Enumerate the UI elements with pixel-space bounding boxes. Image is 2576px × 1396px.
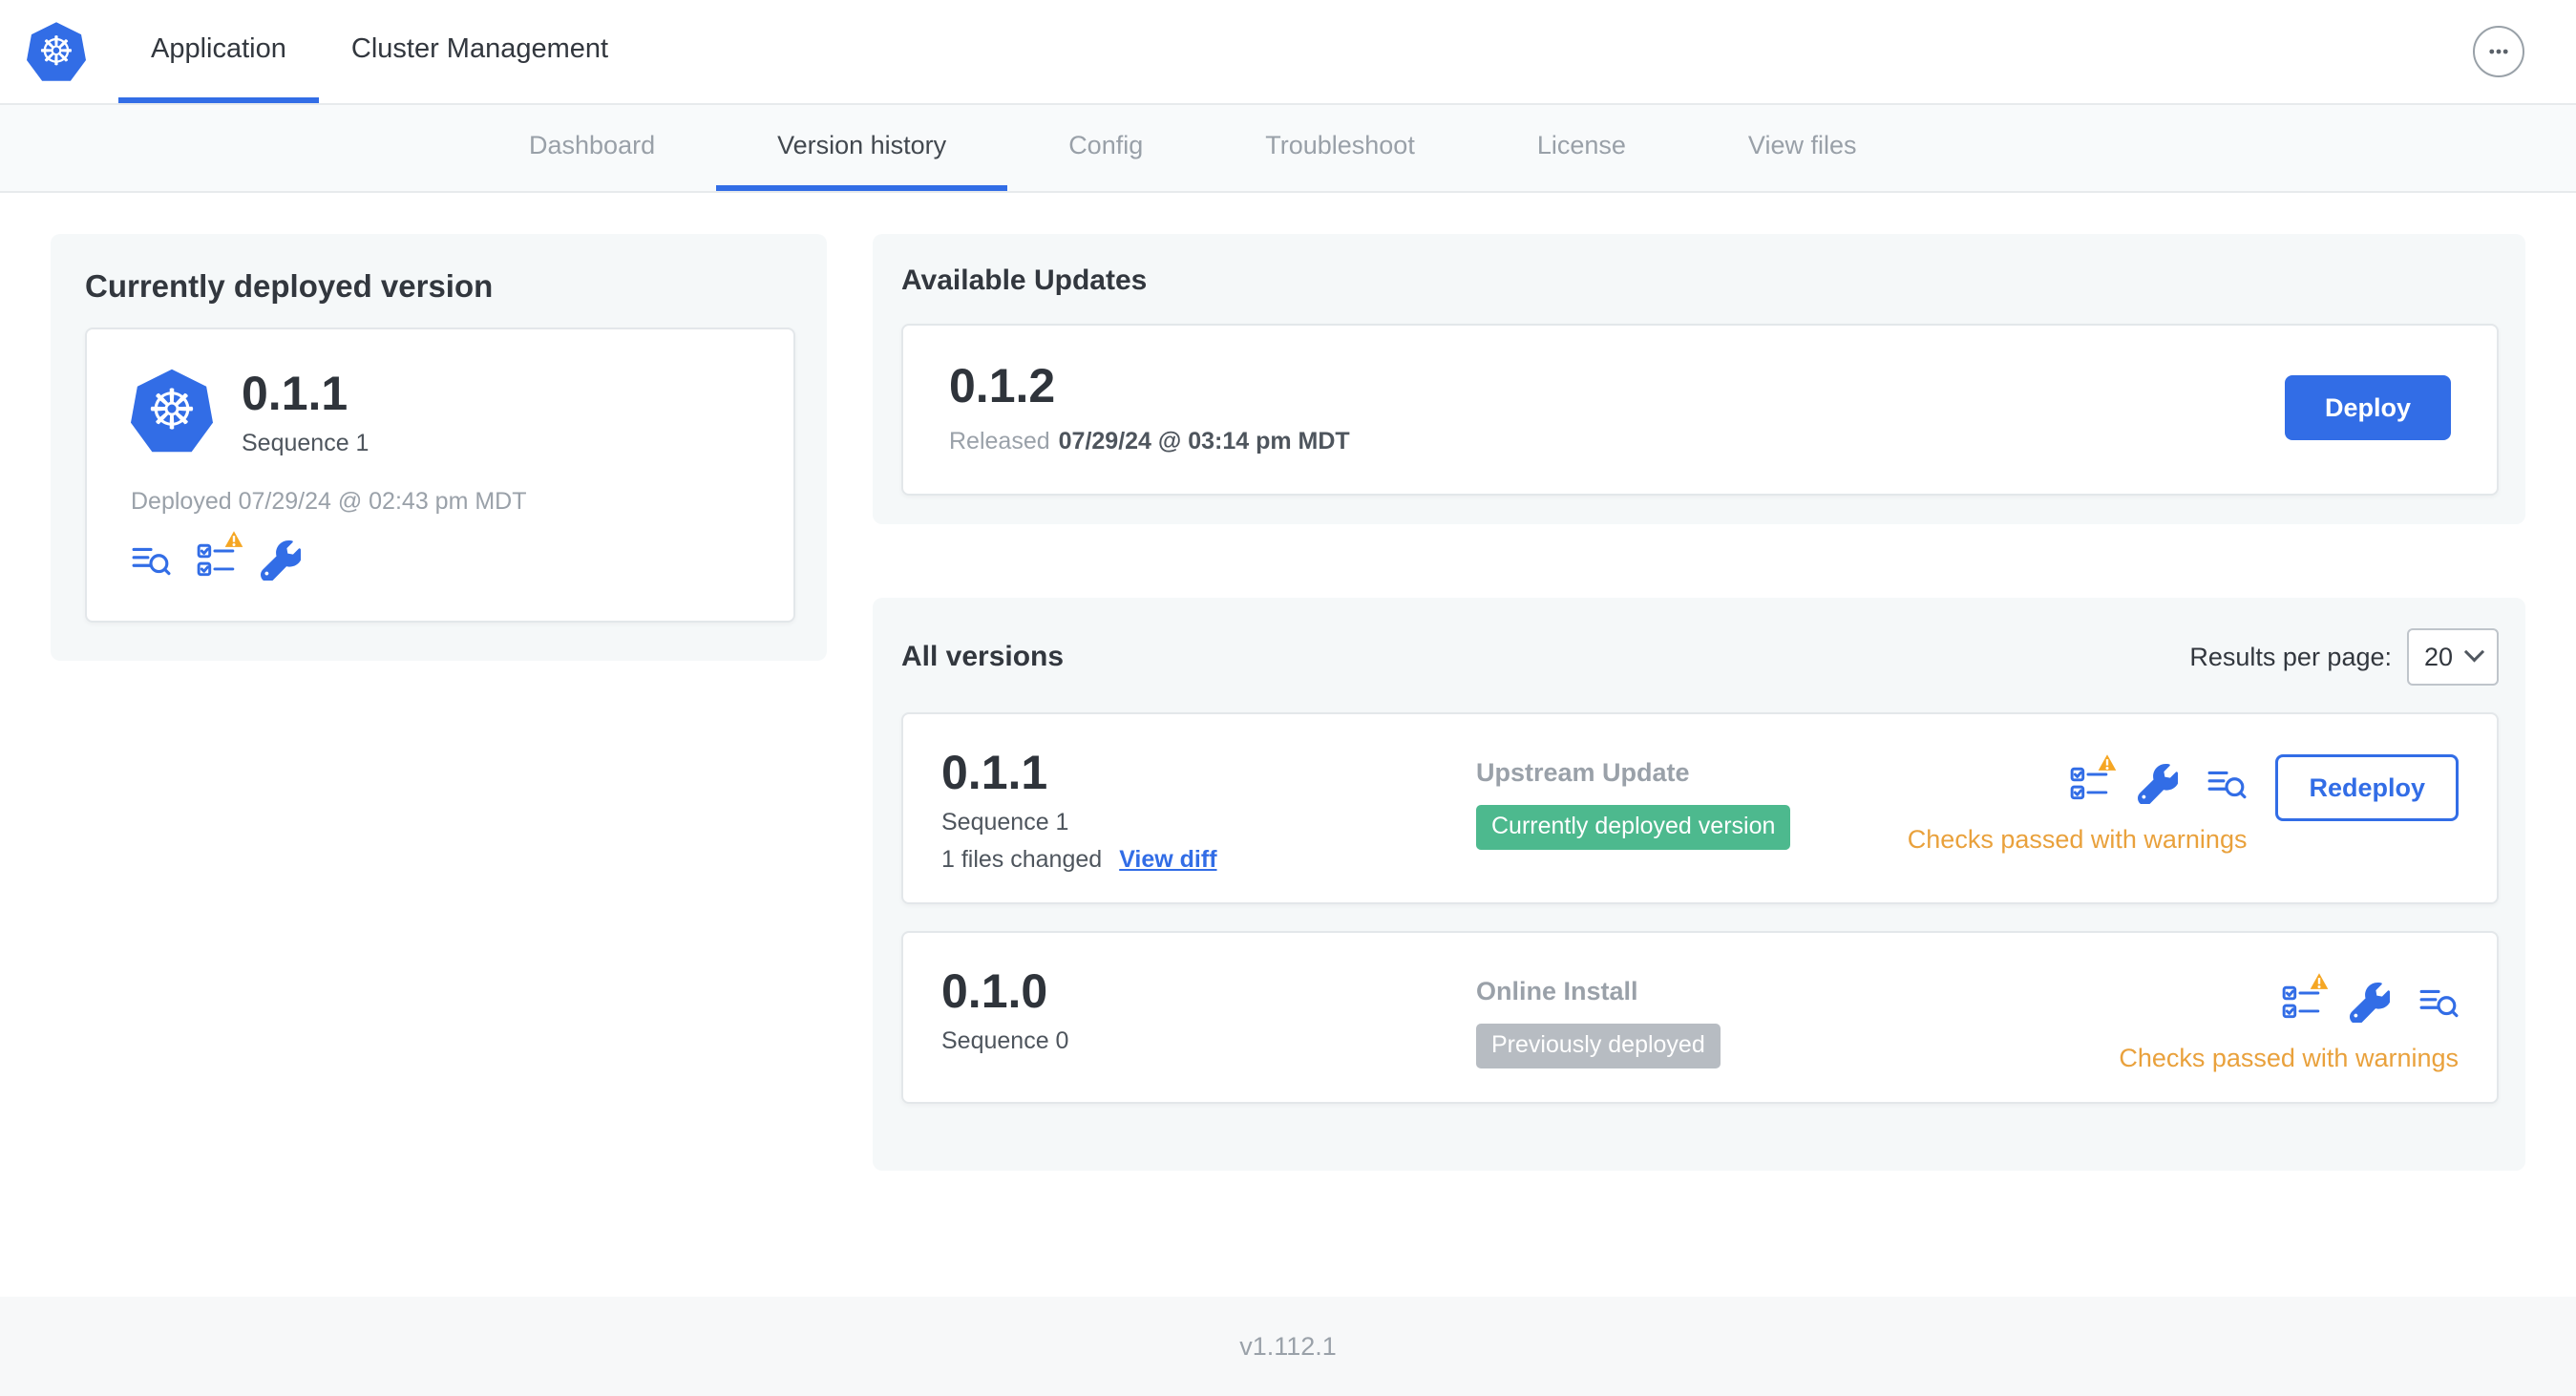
preflight-checks-icon[interactable] [2069,751,2120,804]
row-action-icons [2069,751,2247,804]
deploy-logs-icon[interactable] [2206,764,2247,804]
all-versions-title: All versions [901,641,1065,672]
preflight-checks-icon[interactable] [2281,970,2331,1023]
ellipsis-icon [2489,49,2508,54]
redeploy-button[interactable]: Redeploy [2275,754,2459,821]
results-per-page-value: 20 [2424,642,2454,671]
edit-config-icon[interactable] [261,540,301,581]
kubernetes-wheel-icon: ☸ [27,22,86,81]
deploy-logs-icon[interactable] [131,540,171,581]
overflow-menu-button[interactable] [2473,26,2524,77]
results-per-page: Results per page: 20 [2189,628,2499,686]
version-row: 0.1.1 Sequence 1 1 files changed View di… [901,712,2499,904]
warning-triangle-icon [2307,970,2332,993]
deploy-button[interactable]: Deploy [2284,375,2451,440]
available-updates-title: Available Updates [901,264,1148,296]
edit-config-icon[interactable] [2138,764,2179,804]
tab-view-files[interactable]: View files [1687,105,1918,191]
deployed-status-badge: Previously deployed [1476,1024,1721,1068]
tab-version-history[interactable]: Version history [716,105,1008,191]
currently-deployed-title: Currently deployed version [85,268,494,304]
tab-license[interactable]: License [1476,105,1687,191]
released-label: Released [949,428,1050,455]
chevron-down-icon [2463,641,2485,662]
deploy-logs-icon[interactable] [2418,983,2459,1023]
app-sub-nav: Dashboard Version history Config Trouble… [0,105,2576,193]
view-diff-link[interactable]: View diff [1119,846,1216,874]
update-version-number: 0.1.2 [949,359,1056,412]
row-sequence: Sequence 1 [941,809,1069,835]
preflight-checks-icon[interactable] [196,528,245,581]
update-row: 0.1.2 Released 07/29/24 @ 03:14 pm MDT De… [901,324,2499,496]
edit-config-icon[interactable] [2350,983,2390,1023]
deployed-timestamp: Deployed 07/29/24 @ 02:43 pm MDT [131,488,527,515]
version-history-page: Currently deployed version ☸ 0.1.1 Seque… [0,193,2576,1297]
currently-deployed-card: Currently deployed version ☸ 0.1.1 Seque… [51,234,827,661]
results-per-page-select[interactable]: 20 [2407,628,2499,686]
tab-application[interactable]: Application [118,0,319,103]
version-source-label: Upstream Update [1476,758,1690,787]
preflight-status-text: Checks passed with warnings [2119,1044,2459,1072]
all-versions-card: All versions Results per page: 20 0.1.1 … [873,598,2525,1171]
console-version: v1.112.1 [1239,1331,1337,1361]
kubernetes-logo-icon: ☸ [27,21,86,82]
topnav-spacer [641,0,2473,103]
results-per-page-label: Results per page: [2189,642,2392,671]
deployed-status-badge: Currently deployed version [1476,805,1791,850]
footer: v1.112.1 [0,1297,2576,1396]
deployed-version-number: 0.1.1 [242,367,348,420]
app-icon: ☸ [131,368,213,454]
row-action-icons [2281,970,2459,1023]
version-source-label: Online Install [1476,977,1638,1005]
files-changed-label: 1 files changed [941,846,1103,873]
released-date: 07/29/24 @ 03:14 pm MDT [1058,428,1350,455]
deployed-version-panel: ☸ 0.1.1 Sequence 1 Deployed 07/29/24 @ 0… [85,328,795,623]
top-nav: ☸ Application Cluster Management [0,0,2576,105]
warning-triangle-icon [2095,751,2120,774]
tab-cluster-management[interactable]: Cluster Management [319,0,641,103]
deployed-sequence: Sequence 1 [242,430,370,456]
tab-troubleshoot[interactable]: Troubleshoot [1204,105,1476,191]
available-updates-card: Available Updates 0.1.2 Released 07/29/24… [873,234,2525,524]
right-column: Available Updates 0.1.2 Released 07/29/24… [873,234,2525,1171]
row-version-number: 0.1.1 [941,746,1048,799]
kubernetes-wheel-icon: ☸ [131,369,213,453]
update-released-line: Released 07/29/24 @ 03:14 pm MDT [949,428,1350,455]
deployed-version-actions [131,528,750,581]
row-version-number: 0.1.0 [941,964,1048,1018]
tab-config[interactable]: Config [1007,105,1204,191]
app-nav-tabs: Application Cluster Management [118,0,641,103]
tab-dashboard[interactable]: Dashboard [468,105,716,191]
version-row: 0.1.0 Sequence 0 Online Install Previous… [901,931,2499,1104]
row-sequence: Sequence 0 [941,1027,1069,1054]
preflight-status-text: Checks passed with warnings [1907,825,2248,854]
warning-triangle-icon [222,528,246,551]
